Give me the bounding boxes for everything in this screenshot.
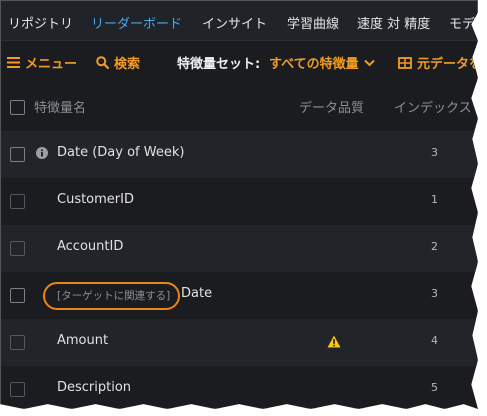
feature-index: 4 (431, 334, 438, 347)
original-data-button[interactable]: 元データを (398, 53, 478, 72)
row-checkbox[interactable] (10, 194, 25, 209)
nav-tab-learning-curves[interactable]: 学習曲線 (287, 13, 339, 32)
search-icon (96, 56, 109, 69)
feature-index: 1 (431, 193, 438, 206)
nav-tab-speed-vs-accuracy[interactable]: 速度 対 精度 (357, 13, 430, 32)
column-header-feature-name[interactable]: 特徴量名 (34, 97, 86, 116)
row-checkbox[interactable] (10, 241, 25, 256)
table-header: 特徴量名 データ品質 インデックス (1, 84, 477, 128)
nav-tab-model[interactable]: モデル (449, 13, 477, 32)
feature-set-value: すべての特徴量 (269, 57, 359, 72)
table-row[interactable]: AccountID 2 (1, 225, 477, 272)
column-header-data-quality[interactable]: データ品質 (299, 97, 364, 116)
feature-set-label: 特徴量セット: (177, 57, 261, 72)
hamburger-icon (7, 57, 20, 68)
row-checkbox[interactable] (10, 335, 25, 350)
feature-name[interactable]: Amount (57, 333, 108, 348)
feature-set-dropdown[interactable]: すべての特徴量 (269, 53, 375, 72)
table-row[interactable]: CustomerID 1 (1, 178, 477, 225)
nav-tab-repository[interactable]: リポジトリ (8, 13, 73, 32)
row-checkbox[interactable] (10, 382, 25, 397)
info-icon[interactable] (36, 147, 48, 159)
target-leakage-badge[interactable]: [ターゲットに関連する] (57, 288, 170, 303)
feature-index: 3 (431, 287, 438, 300)
feature-index: 3 (431, 146, 438, 159)
table-row[interactable]: Date (Day of Week) 3 (1, 131, 477, 178)
select-all-checkbox[interactable] (10, 100, 25, 115)
warning-icon[interactable] (327, 335, 341, 348)
table-row[interactable]: Amount 4 (1, 319, 477, 366)
top-nav: リポジトリ リーダーボード インサイト 学習曲線 速度 対 精度 モデル (1, 1, 477, 41)
row-checkbox[interactable] (10, 147, 25, 162)
search-button[interactable]: 検索 (96, 53, 140, 72)
row-checkbox[interactable] (10, 288, 25, 303)
table-icon (398, 56, 412, 69)
nav-tab-leaderboard[interactable]: リーダーボード (91, 13, 182, 32)
feature-index: 5 (431, 381, 438, 394)
original-data-label: 元データを (417, 57, 478, 72)
feature-list-panel: リポジトリ リーダーボード インサイト 学習曲線 速度 対 精度 モデル メニュ… (0, 0, 478, 409)
feature-name[interactable]: Description (57, 380, 131, 395)
menu-label: メニュー (25, 57, 78, 72)
feature-index: 2 (431, 240, 438, 253)
feature-name[interactable]: Date (181, 286, 212, 301)
nav-tab-insights[interactable]: インサイト (202, 13, 267, 32)
toolbar: メニュー 検索 特徴量セット: すべての特徴量 元データを (1, 41, 477, 82)
feature-name[interactable]: Date (Day of Week) (57, 145, 184, 160)
chevron-down-icon (363, 59, 375, 66)
search-label: 検索 (114, 57, 141, 72)
feature-name[interactable]: CustomerID (57, 192, 134, 207)
menu-button[interactable]: メニュー (7, 53, 77, 72)
column-header-index[interactable]: インデックス (394, 97, 472, 116)
table-row[interactable]: [ターゲットに関連する] Date 3 (1, 272, 477, 319)
feature-name[interactable]: AccountID (57, 239, 123, 254)
table-row[interactable]: Description 5 (1, 366, 477, 408)
